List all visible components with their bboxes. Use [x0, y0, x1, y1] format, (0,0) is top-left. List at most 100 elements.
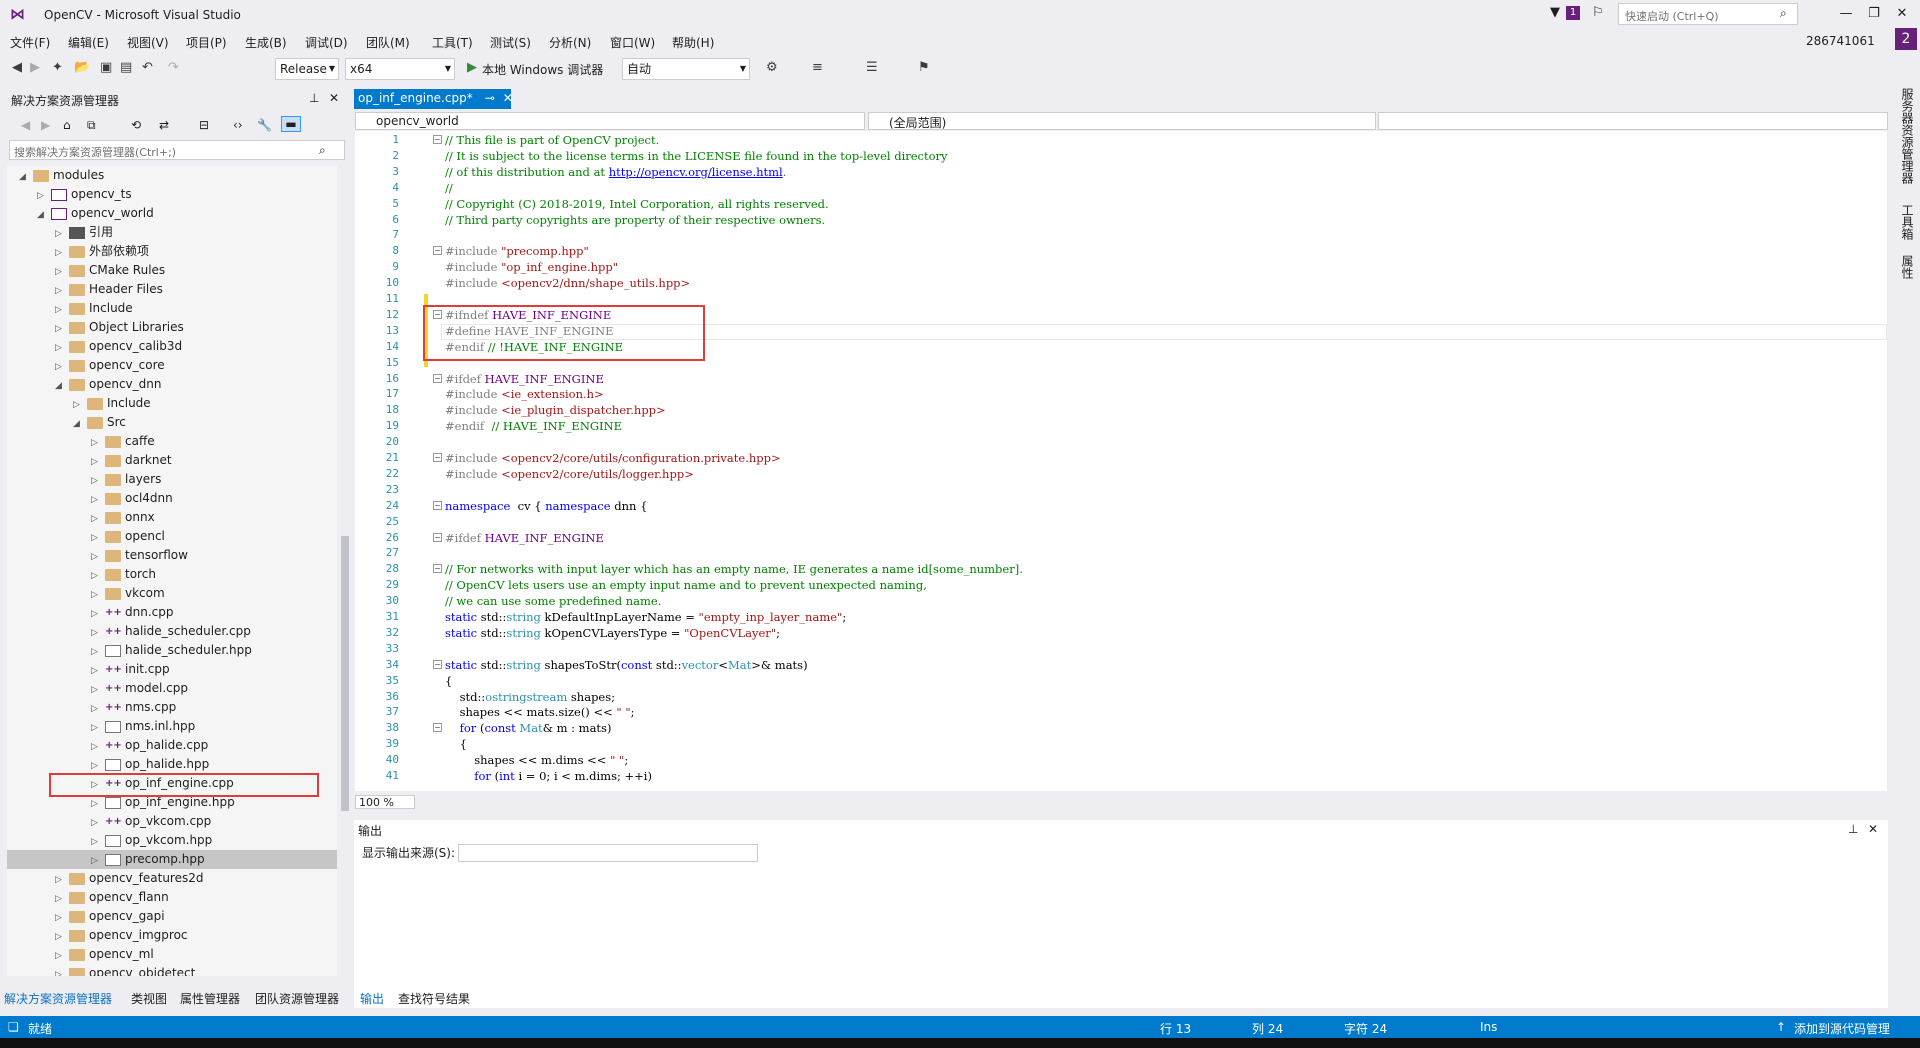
tree-item[interactable]: ▷ 引用	[55, 223, 113, 242]
fold-toggle-icon[interactable]: −	[433, 135, 442, 144]
tree-item[interactable]: ◢ opencv_dnn	[55, 375, 161, 394]
quick-launch-input[interactable]: 快速启动 (Ctrl+Q)	[1618, 3, 1798, 25]
sync-icon[interactable]: ⇄	[159, 118, 169, 132]
code-line[interactable]: shapes << m.dims << " ";	[445, 753, 628, 767]
code-line[interactable]: static std::string shapesToStr(const std…	[445, 658, 808, 672]
pin-icon[interactable]: ⊸	[485, 91, 495, 105]
editor-tab-op-inf-engine[interactable]: op_inf_engine.cpp* ⊸ ✕	[354, 89, 513, 109]
minimize-button[interactable]: —	[1833, 4, 1859, 24]
code-line[interactable]: #include <ie_plugin_dispatcher.hpp>	[445, 403, 666, 417]
new-project-icon[interactable]: ✦	[52, 60, 63, 75]
code-line[interactable]: #include <ie_extension.h>	[445, 387, 604, 401]
code-line[interactable]: // Third party copyrights are property o…	[445, 213, 825, 227]
code-line[interactable]: {	[445, 737, 467, 751]
tree-item[interactable]: ▷ CMake Rules	[55, 261, 165, 280]
tree-item[interactable]: ◢ modules	[19, 166, 104, 185]
solution-tab[interactable]: 类视图	[131, 990, 167, 1007]
code-line[interactable]: #ifdef HAVE_INF_ENGINE	[445, 372, 604, 386]
debug-mode-select[interactable]: 自动 ▼	[622, 58, 750, 80]
tree-item[interactable]: ▷ ++ op_vkcom.cpp	[91, 812, 211, 831]
tree-item[interactable]: ▷ torch	[91, 565, 156, 584]
menu-item[interactable]: 测试(S)	[490, 34, 531, 51]
expand-arrow-icon[interactable]: ▷	[55, 966, 69, 976]
tree-item[interactable]: ▷ opencv_gapi	[55, 907, 165, 926]
notification-count[interactable]: 2	[1895, 28, 1917, 50]
tree-item[interactable]: ▷ nms.inl.hpp	[91, 717, 195, 736]
tree-item[interactable]: ▷ op_vkcom.hpp	[91, 831, 212, 850]
code-line[interactable]: for (const Mat& m : mats)	[445, 721, 612, 735]
solution-tab[interactable]: 属性管理器	[180, 990, 240, 1007]
redo-icon[interactable]: ↷	[168, 60, 179, 75]
fold-toggle-icon[interactable]: −	[433, 532, 442, 542]
tree-item[interactable]: ▷ tensorflow	[91, 546, 188, 565]
code-editor[interactable]: 1 2 3 4 5 6 7 8 9 10 11 12 13 14 15 16 17 18 19 20 21 22 23 24 2…	[355, 131, 1887, 791]
right-rail-tab[interactable]: 服务器资源管理器	[1899, 88, 1916, 184]
right-rail-tab[interactable]: 属性	[1899, 255, 1916, 279]
fold-toggle-icon[interactable]: −	[433, 723, 442, 733]
code-line[interactable]: // For networks with input layer which h…	[445, 562, 1023, 576]
tree-item[interactable]: ▷ halide_scheduler.hpp	[91, 641, 252, 660]
output-text-area[interactable]	[354, 866, 1888, 1008]
switch-views-icon[interactable]: ⧉	[87, 118, 96, 133]
tree-item[interactable]: ▷ darknet	[91, 451, 172, 470]
code-line[interactable]: std::ostringstream shapes;	[445, 690, 615, 704]
collapse-arrow-icon[interactable]: ◢	[37, 206, 51, 225]
tree-item[interactable]: ▷ vkcom	[91, 584, 165, 603]
back-icon[interactable]: ◀	[21, 118, 30, 132]
fold-toggle-icon[interactable]: −	[433, 564, 442, 574]
restore-button[interactable]: ❐	[1861, 4, 1887, 24]
preview-icon[interactable]: ▬	[281, 116, 301, 132]
output-tab[interactable]: 查找符号结果	[398, 990, 470, 1007]
navigate-back-icon[interactable]: ◀	[12, 60, 22, 75]
save-all-icon[interactable]: ▤	[120, 60, 132, 75]
step-icon[interactable]: ≡	[812, 60, 823, 75]
tree-item[interactable]: ▷ ++ op_halide.cpp	[91, 736, 208, 755]
start-debug-icon[interactable]: ▶	[467, 60, 477, 75]
search-icon[interactable]: ⌕	[1780, 6, 1787, 21]
close-icon[interactable]: ✕	[1868, 822, 1878, 836]
solution-configuration-select[interactable]: Release ▼	[275, 58, 339, 80]
menu-item[interactable]: 文件(F)	[10, 34, 50, 51]
menu-item[interactable]: 团队(M)	[366, 34, 410, 51]
tree-item[interactable]: ▷ ++ halide_scheduler.cpp	[91, 622, 251, 641]
menu-item[interactable]: 视图(V)	[127, 34, 169, 51]
tree-item[interactable]: ▷ layers	[91, 470, 161, 489]
solution-platform-select[interactable]: x64 ▼	[345, 58, 455, 80]
code-line[interactable]: shapes << mats.size() << " ";	[445, 705, 635, 719]
code-line[interactable]: //	[445, 181, 453, 195]
tree-item[interactable]: ▷ opencv_calib3d	[55, 337, 182, 356]
code-line[interactable]: // we can use some predefined name.	[445, 594, 661, 608]
menu-item[interactable]: 调试(D)	[305, 34, 348, 51]
tree-item[interactable]: ▷ ++ init.cpp	[91, 660, 170, 679]
tree-item[interactable]: ◢ opencv_world	[37, 204, 154, 223]
tree-item[interactable]: ▷ Include	[73, 394, 151, 413]
tree-item[interactable]: ▷ ++ model.cpp	[91, 679, 188, 698]
notification-badge[interactable]: 1	[1566, 6, 1580, 20]
tree-item[interactable]: ▷ caffe	[91, 432, 155, 451]
search-icon[interactable]: ⌕	[319, 143, 326, 158]
save-icon[interactable]: ▣	[100, 60, 112, 75]
open-file-icon[interactable]: 📂	[74, 60, 90, 75]
navigate-forward-icon[interactable]: ▶	[30, 60, 40, 75]
tree-item[interactable]: ▷ opencl	[91, 527, 165, 546]
menu-item[interactable]: 工具(T)	[432, 34, 473, 51]
code-icon[interactable]: ‹›	[233, 118, 243, 132]
collapse-arrow-icon[interactable]: ◢	[73, 415, 87, 434]
menu-item[interactable]: 帮助(H)	[672, 34, 714, 51]
code-line[interactable]: #include "precomp.hpp"	[445, 244, 589, 258]
close-window-button[interactable]: ✕	[1889, 4, 1915, 24]
tree-item[interactable]: ◢ Src	[73, 413, 126, 432]
tree-item[interactable]: ▷ opencv_features2d	[55, 869, 203, 888]
output-tab[interactable]: 输出	[360, 990, 384, 1007]
tree-item[interactable]: ▷ ++ dnn.cpp	[91, 603, 173, 622]
fold-toggle-icon[interactable]: −	[433, 453, 442, 462]
menu-item[interactable]: 编辑(E)	[68, 34, 109, 51]
close-icon[interactable]: ✕	[329, 91, 339, 105]
code-line[interactable]: // It is subject to the license terms in…	[445, 149, 948, 163]
right-rail-tab[interactable]: 工具箱	[1899, 204, 1916, 240]
undo-icon[interactable]: ↶	[142, 60, 153, 75]
code-line[interactable]: #include "op_inf_engine.hpp"	[445, 260, 618, 274]
tree-item[interactable]: ▷ Header Files	[55, 280, 163, 299]
code-line[interactable]: #ifndef HAVE_INF_ENGINE	[445, 308, 611, 322]
properties-icon[interactable]: 🔧	[257, 118, 272, 132]
